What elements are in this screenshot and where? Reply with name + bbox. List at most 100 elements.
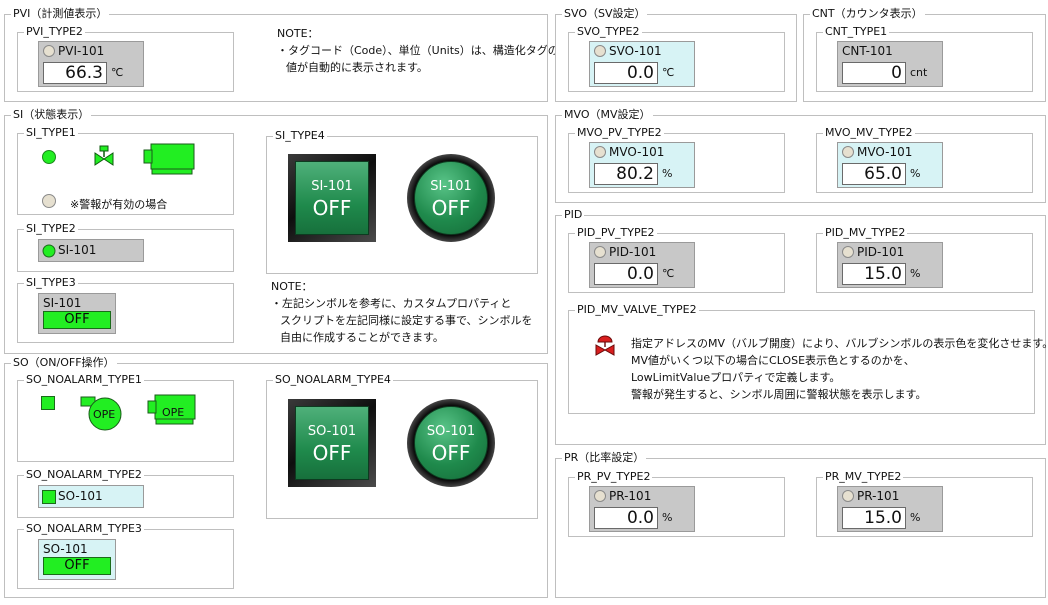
mvo-pv-value[interactable]: 80.2: [594, 163, 658, 185]
so-square-button[interactable]: SO-101 OFF: [288, 399, 376, 487]
pvi-101-widget[interactable]: PVI-101 66.3 ℃: [38, 41, 144, 87]
so-type4-label: SO_NOALARM_TYPE4: [273, 373, 393, 387]
so-round-button[interactable]: SO-101 OFF: [407, 399, 495, 487]
mvo-mv-label: MVO_MV_TYPE2: [823, 126, 915, 140]
si-type2-label: SI_TYPE2: [24, 222, 78, 236]
so-type2-label: SO_NOALARM_TYPE2: [24, 468, 144, 482]
si-type2-tag: SI-101: [58, 243, 97, 257]
lamp-icon: [594, 246, 606, 258]
control-valve-icon[interactable]: [594, 335, 616, 357]
pr-mv-label: PR_MV_TYPE2: [823, 470, 904, 484]
lamp-icon: [594, 490, 606, 502]
pr-mv-tag: PR-101: [857, 489, 900, 503]
lamp-icon: [594, 45, 606, 57]
pid-valve-label: PID_MV_VALVE_TYPE2: [575, 303, 699, 317]
pr-mv-widget[interactable]: PR-101 15.0 %: [837, 486, 943, 532]
svo-tag: SVO-101: [609, 44, 662, 58]
pid-mv-frame: PID_MV_TYPE2 PID-101 15.0 %: [816, 226, 1033, 293]
pvi-unit: ℃: [111, 66, 124, 79]
lamp-icon[interactable]: [41, 149, 57, 165]
si-round-tag: SI-101: [430, 179, 472, 194]
pid-pv-unit: ℃: [662, 267, 675, 280]
pvi-group-label: PVI（計測値表示）: [11, 7, 110, 21]
motor-icon[interactable]: [141, 141, 201, 181]
si-101-indicator[interactable]: SI-101: [38, 239, 144, 262]
si-square-button[interactable]: SI-101 OFF: [288, 154, 376, 242]
so-round-tag: SO-101: [426, 424, 476, 439]
pvi-note-line: ・タグコード（Code）、単位（Units）は、構造化タグの: [277, 44, 559, 57]
si-type2-frame: SI_TYPE2 SI-101: [17, 222, 234, 272]
mvo-mv-tag: MVO-101: [857, 145, 913, 159]
si-note-line: スクリプトを左記同様に設定する事で、シンボルを: [280, 314, 533, 327]
si-square-tag: SI-101: [311, 179, 353, 194]
si-note: NOTE： ・左記シンボルを参考に、カスタムプロパティと スクリプトを左記同様に…: [271, 278, 533, 346]
pvi-group: PVI（計測値表示） PVI_TYPE2 PVI-101 66.3 ℃ NOTE…: [4, 7, 559, 102]
svo-101-widget[interactable]: SVO-101 0.0 ℃: [589, 41, 695, 87]
si-type3-frame: SI_TYPE3 SI-101 OFF: [17, 276, 234, 343]
pid-mv-tag: PID-101: [857, 245, 905, 259]
mvo-group: MVO（MV設定） MVO_PV_TYPE2 MVO-101 80.2 % MV…: [555, 108, 1046, 203]
valve-icon[interactable]: [92, 145, 116, 169]
pvi-value: 66.3: [43, 62, 107, 84]
pr-pv-value: 0.0: [594, 507, 658, 529]
si-type1-label: SI_TYPE1: [24, 126, 78, 140]
so-square-status: OFF: [312, 441, 352, 465]
so-square-lamp: [42, 490, 56, 504]
lamp-icon: [594, 146, 606, 158]
si-type3-status: OFF: [43, 311, 111, 329]
si-101-status-panel[interactable]: SI-101 OFF: [38, 293, 116, 334]
cnt-101-widget[interactable]: CNT-101 0 cnt: [837, 41, 943, 87]
mvo-group-label: MVO（MV設定）: [562, 108, 653, 122]
si-round-button[interactable]: SI-101 OFF: [407, 154, 495, 242]
so-type2-tag: SO-101: [58, 489, 103, 503]
so-101-button[interactable]: SO-101: [38, 485, 144, 508]
so-type4-frame: SO_NOALARM_TYPE4 SO-101 OFF SO-101 OFF: [266, 373, 538, 519]
so-type2-frame: SO_NOALARM_TYPE2 SO-101: [17, 468, 234, 518]
pr-pv-widget[interactable]: PR-101 0.0 %: [589, 486, 695, 532]
si-group: SI（状態表示） SI_TYPE1 ※警報が有効の場合 SI_TYPE2 SI-…: [4, 108, 548, 354]
pid-pv-value: 0.0: [594, 263, 658, 285]
pid-mv-widget[interactable]: PID-101 15.0 %: [837, 242, 943, 288]
cnt-type1-frame: CNT_TYPE1 CNT-101 0 cnt: [816, 25, 1033, 92]
svo-value[interactable]: 0.0: [594, 62, 658, 84]
so-group-label: SO（ON/OFF操作）: [11, 356, 117, 370]
svo-group-label: SVO（SV設定）: [562, 7, 648, 21]
svo-unit: ℃: [662, 66, 675, 79]
so-square-tag: SO-101: [307, 424, 357, 439]
pvi-type2-frame: PVI_TYPE2 PVI-101 66.3 ℃: [17, 25, 234, 92]
mvo-mv-widget[interactable]: MVO-101 65.0 %: [837, 142, 943, 188]
mvo-mv-value[interactable]: 65.0: [842, 163, 906, 185]
so-group: SO（ON/OFF操作） SO_NOALARM_TYPE1 OPE OPE SO…: [4, 356, 548, 598]
cnt-group: CNT（カウンタ表示） CNT_TYPE1 CNT-101 0 cnt: [803, 7, 1046, 102]
si-note-line: NOTE：: [271, 280, 313, 293]
mvo-pv-widget[interactable]: MVO-101 80.2 %: [589, 142, 695, 188]
so-type1-frame: SO_NOALARM_TYPE1 OPE OPE: [17, 373, 234, 462]
pump-label: OPE: [93, 408, 116, 421]
svo-type2-label: SVO_TYPE2: [575, 25, 642, 39]
lamp-icon: [42, 244, 56, 258]
cnt-type1-label: CNT_TYPE1: [823, 25, 890, 39]
pid-valve-note-line: MV値がいくつ以下の場合にCLOSE表示色とするのかを、: [631, 354, 915, 367]
pid-mv-unit: %: [910, 267, 921, 280]
so-square-lamp[interactable]: [41, 396, 55, 410]
mvo-mv-frame: MVO_MV_TYPE2 MVO-101 65.0 %: [816, 126, 1033, 193]
si-type4-frame: SI_TYPE4 SI-101 OFF SI-101 OFF: [266, 129, 538, 274]
pid-pv-widget[interactable]: PID-101 0.0 ℃: [589, 242, 695, 288]
pid-pv-frame: PID_PV_TYPE2 PID-101 0.0 ℃: [568, 226, 785, 293]
si-type3-tag: SI-101: [43, 296, 82, 310]
so-type3-label: SO_NOALARM_TYPE3: [24, 522, 144, 536]
si-type4-label: SI_TYPE4: [273, 129, 327, 143]
so-round-status: OFF: [431, 441, 471, 465]
si-group-label: SI（状態表示）: [11, 108, 92, 122]
so-type1-label: SO_NOALARM_TYPE1: [24, 373, 144, 387]
pr-mv-frame: PR_MV_TYPE2 PR-101 15.0 %: [816, 470, 1033, 537]
pid-valve-frame: PID_MV_VALVE_TYPE2 指定アドレスのMV（バルブ開度）により、バ…: [568, 303, 1048, 414]
so-101-status-button[interactable]: SO-101 OFF: [38, 539, 116, 580]
cnt-group-label: CNT（カウンタ表示）: [810, 7, 925, 21]
si-note-line: 自由に作成することができます。: [280, 331, 444, 344]
pr-pv-frame: PR_PV_TYPE2 PR-101 0.0 %: [568, 470, 785, 537]
cnt-value: 0: [842, 62, 906, 84]
so-type3-tag: SO-101: [43, 542, 88, 556]
pr-pv-unit: %: [662, 511, 673, 524]
lamp-icon: [42, 194, 56, 208]
